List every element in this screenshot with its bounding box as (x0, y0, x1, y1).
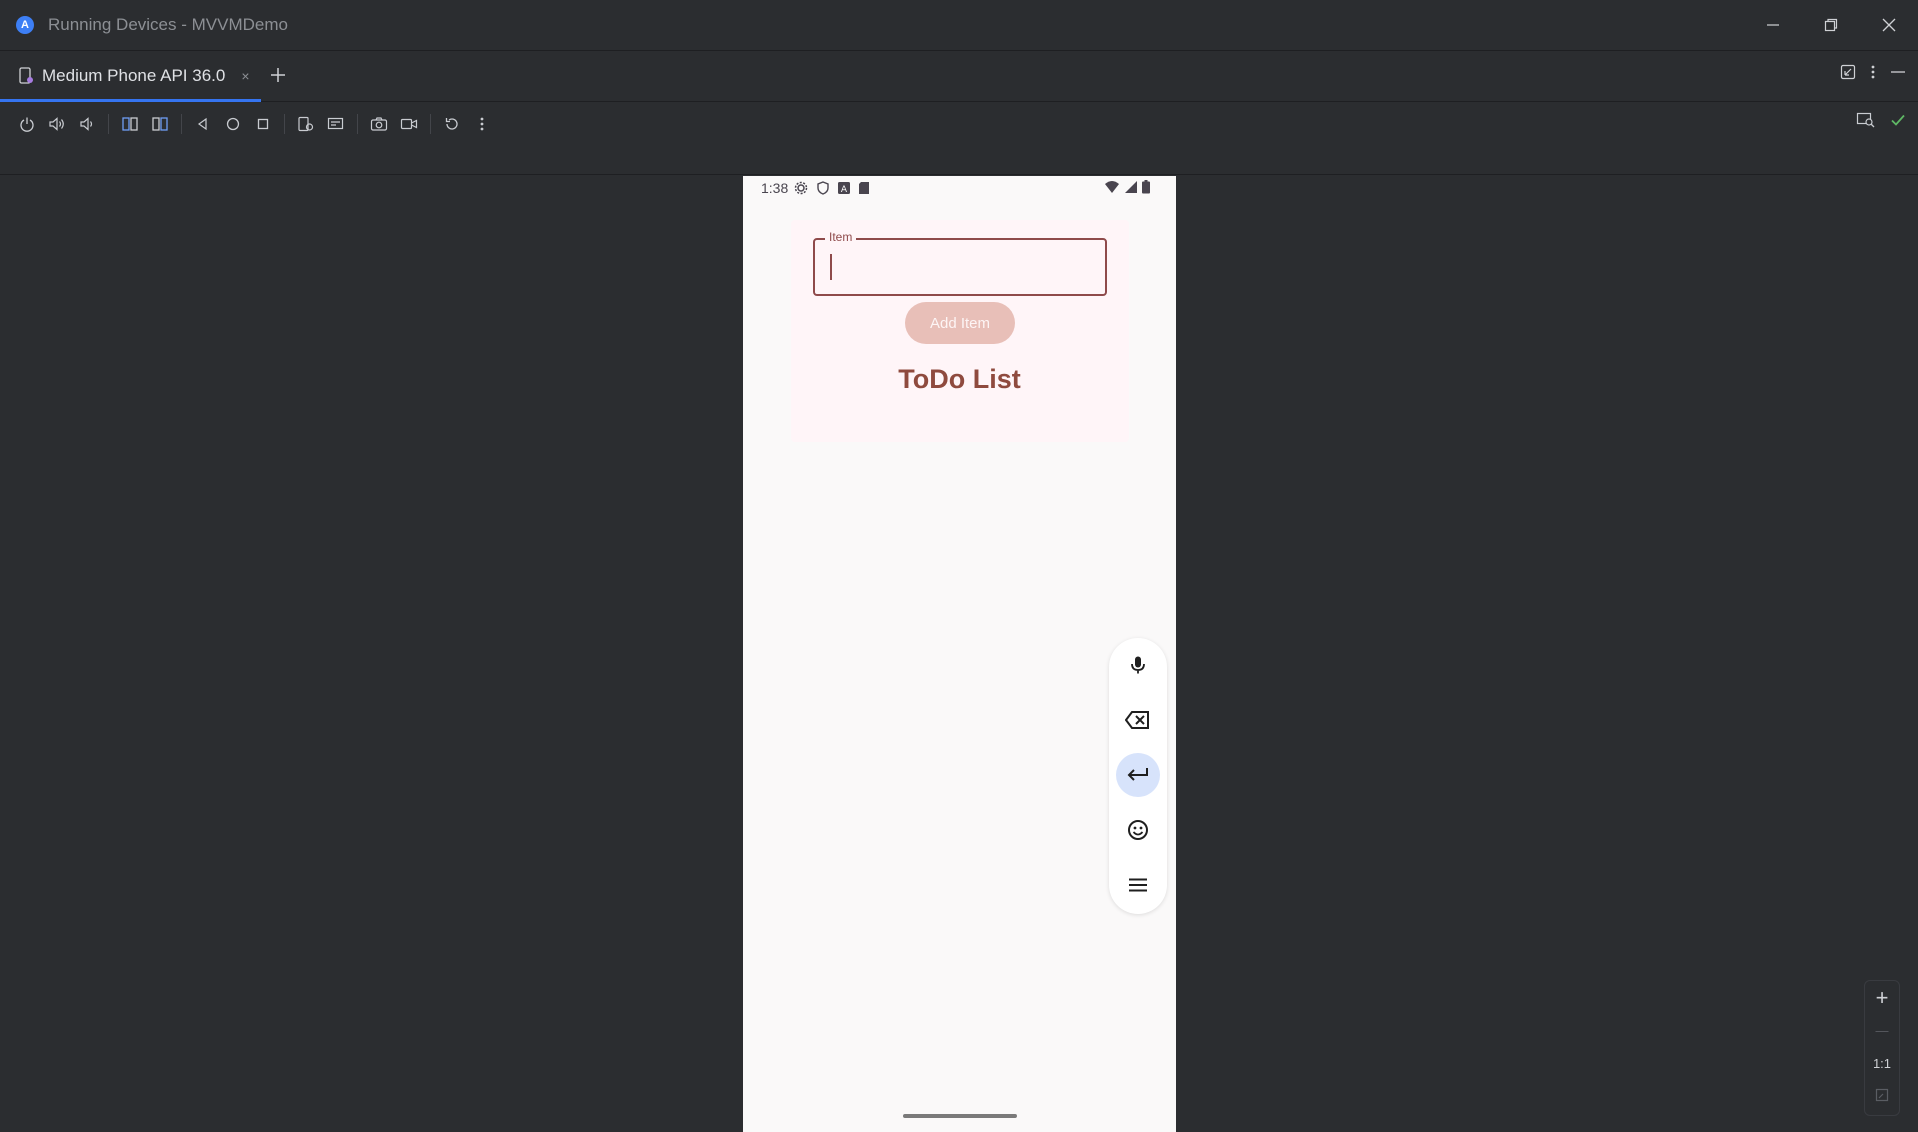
hide-panel-icon[interactable] (1890, 64, 1906, 85)
screen-record-icon[interactable] (394, 112, 424, 136)
menu-icon[interactable] (1116, 863, 1160, 907)
window-controls (1744, 0, 1918, 50)
status-notification-icons: A (794, 181, 870, 195)
battery-icon (1142, 180, 1150, 194)
title-bar: A Running Devices - MVVMDemo (0, 0, 1918, 51)
enter-icon[interactable] (1116, 753, 1160, 797)
gesture-home-bar[interactable] (903, 1114, 1017, 1118)
sd-card-status-icon (859, 182, 870, 194)
restore-button[interactable] (1802, 0, 1860, 50)
volume-down-icon[interactable] (72, 112, 102, 136)
todo-list-title: ToDo List (898, 364, 1021, 394)
wifi-icon (1105, 181, 1119, 193)
tab-label: Medium Phone API 36.0 (42, 66, 226, 85)
toolbar-separator (284, 114, 285, 134)
emoji-icon[interactable] (1116, 808, 1160, 852)
close-window-button[interactable] (1860, 0, 1918, 50)
backspace-icon[interactable] (1116, 698, 1160, 742)
zoom-out-button[interactable]: — (1865, 1014, 1899, 1046)
device-frame-icon[interactable] (321, 112, 351, 136)
device-tab-bar: Medium Phone API 36.0 × (0, 51, 1918, 102)
zoom-in-button[interactable]: + (1865, 982, 1899, 1014)
back-icon[interactable] (188, 112, 218, 136)
minimize-button[interactable] (1744, 0, 1802, 50)
rotate-right-icon[interactable] (145, 112, 175, 136)
emulator-screen[interactable]: 1:38 A Item Add Item ToDo List (743, 176, 1176, 1132)
zoom-fit-icon[interactable] (1865, 1079, 1899, 1111)
screen-inspector-icon[interactable] (1856, 112, 1876, 133)
zoom-actual-size-button[interactable]: 1:1 (1865, 1047, 1899, 1079)
toolbar-separator (430, 114, 431, 134)
tab-medium-phone[interactable]: Medium Phone API 36.0 × (0, 51, 261, 102)
window-title: Running Devices - MVVMDemo (48, 15, 288, 34)
device-settings-icon[interactable] (291, 112, 321, 136)
toolbar-separator (108, 114, 109, 134)
shield-status-icon (817, 181, 829, 195)
toolbar-separator (357, 114, 358, 134)
item-text-field[interactable]: Item (813, 230, 1107, 296)
add-device-icon[interactable] (266, 63, 290, 87)
volume-up-icon[interactable] (42, 112, 72, 136)
svg-text:A: A (841, 185, 848, 194)
settings-status-icon (795, 181, 808, 195)
check-icon (1890, 112, 1906, 133)
reset-icon[interactable] (437, 112, 467, 136)
screenshot-icon[interactable] (364, 112, 394, 136)
more-options-icon[interactable] (1870, 64, 1876, 85)
status-bar: 1:38 A (743, 176, 1176, 200)
item-field-label: Item (825, 230, 857, 244)
mic-icon[interactable] (1116, 643, 1160, 687)
status-time: 1:38 (761, 180, 789, 196)
close-tab-icon[interactable]: × (241, 68, 249, 84)
toolbar-separator (181, 114, 182, 134)
a-status-icon: A (838, 182, 851, 194)
overview-icon[interactable] (248, 112, 278, 136)
zoom-controls: + — 1:1 (1864, 980, 1900, 1116)
device-icon (18, 67, 34, 85)
tab-bar-actions (1840, 64, 1906, 85)
text-cursor (830, 254, 832, 280)
toolbar-right-actions (1856, 112, 1906, 133)
status-system-icons (1104, 180, 1150, 194)
add-item-button[interactable]: Add Item (905, 302, 1015, 344)
home-icon[interactable] (218, 112, 248, 136)
more-icon[interactable] (467, 112, 497, 136)
power-icon[interactable] (12, 112, 42, 136)
floating-keyboard-toolbar (1109, 638, 1167, 914)
rotate-left-icon[interactable] (115, 112, 145, 136)
device-controls (12, 112, 497, 136)
signal-icon (1125, 181, 1137, 193)
android-studio-logo-icon: A (16, 16, 34, 34)
window-mode-icon[interactable] (1840, 64, 1856, 85)
